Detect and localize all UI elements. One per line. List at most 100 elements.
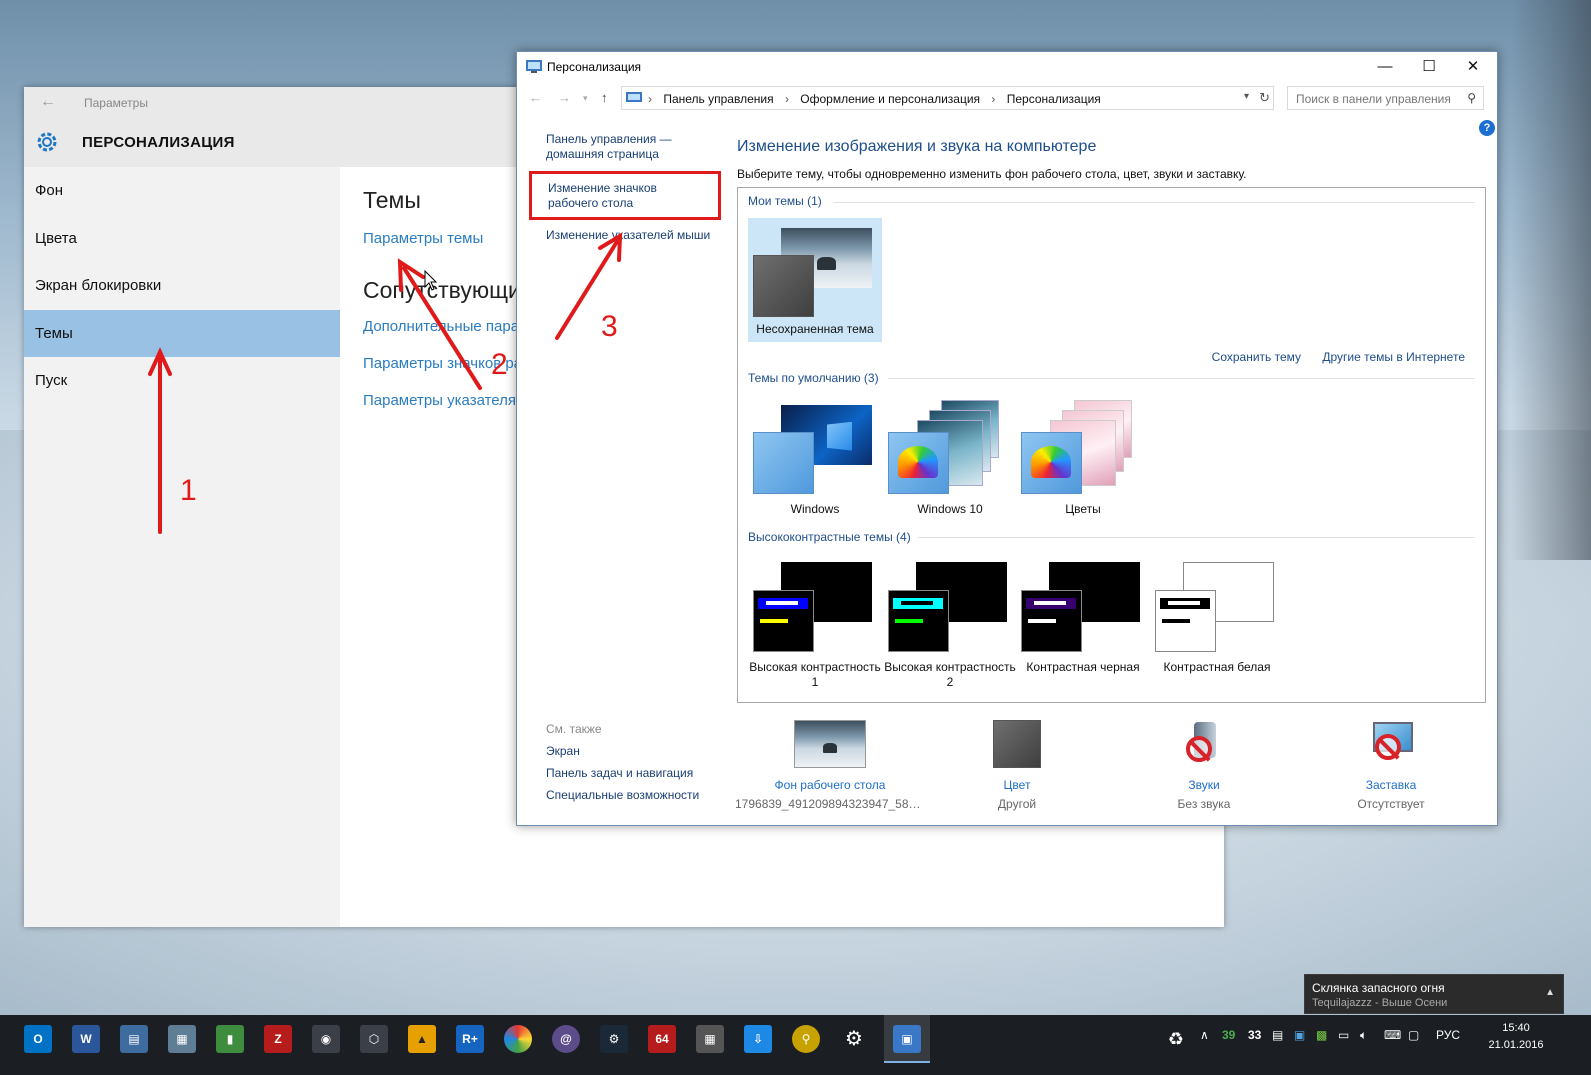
theme-windows-10[interactable]: Windows 10 [883, 398, 1017, 522]
theme-unsaved[interactable]: Несохраненная тема [748, 218, 882, 342]
related-link-advanced[interactable]: Дополнительные пара [363, 318, 523, 335]
clipboard-tray-icon[interactable]: ▤ [1272, 1028, 1283, 1042]
search-box[interactable]: Поиск в панели управления ⚲ [1287, 86, 1484, 110]
taskbar: O W ▤ ▦ ▮ Z ◉ ⬡ ▲ R+ @ ⚙ 64 ▦ ⇩ ⚲ ⚙ ▣ ♻ … [0, 1015, 1591, 1075]
action-center-icon[interactable]: ▢ [1408, 1028, 1419, 1042]
desktop-background-value: 1796839_491209894323947_585770... [735, 797, 925, 811]
theme-contrast-black[interactable]: Контрастная черная [1016, 556, 1150, 686]
color-link[interactable]: Цвет [922, 778, 1112, 792]
filezilla-icon[interactable]: Z [264, 1025, 292, 1053]
settings-gear-icon[interactable]: ⚙ [840, 1025, 868, 1053]
back-arrow-icon[interactable]: ← [40, 93, 56, 111]
breadcrumb-appearance[interactable]: Оформление и персонализация [800, 92, 980, 106]
back-icon[interactable]: ← [529, 90, 542, 105]
cube-app-icon[interactable]: ⬡ [360, 1025, 388, 1053]
search-app-icon[interactable]: ⚲ [792, 1025, 820, 1053]
chrome-icon[interactable] [504, 1025, 532, 1053]
breadcrumb-personalization[interactable]: Персонализация [1007, 92, 1101, 106]
r-plus-icon[interactable]: R+ [456, 1025, 484, 1053]
volume-tray-icon[interactable]: 🔈︎ [1360, 1028, 1367, 1043]
theme-contrast-white[interactable]: Контрастная белая [1150, 556, 1284, 686]
color-tile[interactable]: Цвет Другой [922, 720, 1112, 811]
cp-left-pane: Панель управления — домашняя страница Из… [529, 132, 721, 260]
sounds-tile[interactable]: Звуки Без звука [1109, 720, 1299, 811]
up-icon[interactable]: ↑ [601, 90, 608, 105]
screensaver-link[interactable]: Заставка [1296, 778, 1486, 792]
chat-tray-icon[interactable]: ▩ [1316, 1028, 1327, 1042]
see-also-taskbar-link[interactable]: Панель задач и навигация [546, 766, 699, 780]
theme-high-contrast-1[interactable]: Высокая контрастность 1 [748, 556, 882, 689]
theme-unsaved-thumbnail [748, 218, 882, 318]
see-also-display-link[interactable]: Экран [546, 744, 699, 758]
downloader-icon[interactable]: ⇩ [744, 1025, 772, 1053]
aida64-icon[interactable]: 64 [648, 1025, 676, 1053]
close-button[interactable]: ✕ [1451, 52, 1495, 82]
themes-list: Мои темы (1) Несохраненная тема Сохранит… [737, 187, 1486, 703]
see-also: См. также Экран Панель задач и навигация… [546, 722, 699, 810]
language-indicator[interactable]: РУС [1436, 1028, 1460, 1042]
image-viewer-icon[interactable]: ▦ [168, 1025, 196, 1053]
desktop-background-link[interactable]: Фон рабочего стола [735, 778, 925, 792]
cp-titlebar: Персонализация — ☐ ✕ [517, 52, 1497, 82]
tray-cpu-temp[interactable]: 33 [1248, 1028, 1261, 1042]
sidebar-item-start[interactable]: Пуск [24, 357, 340, 405]
search-input[interactable]: Поиск в панели управления [1296, 92, 1451, 106]
sidebar-item-colors[interactable]: Цвета [24, 215, 340, 263]
screensaver-tile[interactable]: Заставка Отсутствует [1296, 720, 1486, 811]
eye-app-icon[interactable]: ◉ [312, 1025, 340, 1053]
calculator-icon[interactable]: ▦ [696, 1025, 724, 1053]
change-desktop-icons-link[interactable]: Изменение значков рабочего стола [529, 171, 721, 220]
address-row: ← → ▾ ↑ › Панель управления › Оформление… [517, 86, 1497, 112]
save-theme-link[interactable]: Сохранить тему [1212, 350, 1301, 364]
sidebar-item-themes[interactable]: Темы [24, 309, 340, 357]
network-app-tray-icon[interactable]: ▣ [1294, 1028, 1305, 1042]
divider [888, 378, 1475, 379]
chart-app-icon[interactable]: ▮ [216, 1025, 244, 1053]
clock[interactable]: 15:40 21.01.2016 [1480, 1020, 1552, 1054]
address-bar[interactable]: › Панель управления › Оформление и персо… [621, 86, 1274, 110]
theme-settings-link[interactable]: Параметры темы [363, 230, 523, 247]
network-tray-icon[interactable]: ▭ [1338, 1028, 1349, 1042]
breadcrumb: › Панель управления › Оформление и персо… [648, 92, 1101, 106]
recycle-bin-icon[interactable]: ♻ [1162, 1025, 1190, 1053]
theme-label: Windows [790, 502, 840, 516]
related-link-mouse-pointer[interactable]: Параметры указателя [363, 392, 523, 409]
word-icon[interactable]: W [72, 1025, 100, 1053]
theme-high-contrast-2[interactable]: Высокая контрастность 2 [883, 556, 1017, 689]
change-mouse-pointers-link[interactable]: Изменение указателей мыши [546, 228, 721, 243]
refresh-icon[interactable]: ↻ [1259, 90, 1270, 106]
online-themes-link[interactable]: Другие темы в Интернете [1322, 350, 1465, 364]
desktop-background-tile[interactable]: Фон рабочего стола 1796839_4912098943239… [735, 720, 925, 811]
search-icon[interactable]: ⚲ [1467, 91, 1476, 105]
sidebar-item-lock-screen[interactable]: Экран блокировки [24, 262, 340, 310]
theme-label: Высокая контрастность 1 [749, 660, 881, 689]
control-panel-task-icon[interactable]: ▣ [893, 1025, 921, 1053]
chevron-up-tray-icon[interactable]: ∧ [1200, 1028, 1209, 1042]
see-also-accessibility-link[interactable]: Специальные возможности [546, 788, 699, 802]
app-icon-1[interactable]: ▤ [120, 1025, 148, 1053]
maximize-button[interactable]: ☐ [1407, 52, 1451, 82]
triangle-app-icon[interactable]: ▲ [408, 1025, 436, 1053]
help-icon[interactable]: ? [1479, 120, 1495, 136]
sidebar-item-background[interactable]: Фон [24, 167, 340, 215]
control-panel-icon [626, 92, 642, 102]
steam-icon[interactable]: ⚙ [600, 1025, 628, 1053]
swirl-app-icon[interactable]: @ [552, 1025, 580, 1053]
history-dropdown-icon[interactable]: ▾ [583, 93, 588, 104]
outlook-icon[interactable]: O [24, 1025, 52, 1053]
theme-flowers[interactable]: Цветы [1016, 398, 1150, 522]
minimize-button[interactable]: — [1363, 52, 1407, 82]
now-playing-toast[interactable]: Склянка запасного огня Tequilajazzz - Вы… [1304, 974, 1564, 1014]
forward-icon[interactable]: → [558, 90, 571, 105]
address-dropdown-icon[interactable]: ▾ [1244, 91, 1249, 102]
theme-windows[interactable]: Windows [748, 398, 882, 522]
personalization-window: Персонализация — ☐ ✕ ← → ▾ ↑ › Панель уп… [516, 51, 1498, 826]
toast-title: Склянка запасного огня [1312, 981, 1445, 995]
chevron-up-icon[interactable]: ▲ [1545, 987, 1555, 998]
breadcrumb-control-panel[interactable]: Панель управления [663, 92, 773, 106]
sounds-link[interactable]: Звуки [1109, 778, 1299, 792]
keyboard-tray-icon[interactable]: ⌨ [1384, 1028, 1401, 1042]
tray-gpu-temp[interactable]: 39 [1222, 1028, 1235, 1042]
control-panel-home-link[interactable]: Панель управления — домашняя страница [546, 132, 721, 162]
main-title: Изменение изображения и звука на компьют… [737, 138, 1097, 155]
